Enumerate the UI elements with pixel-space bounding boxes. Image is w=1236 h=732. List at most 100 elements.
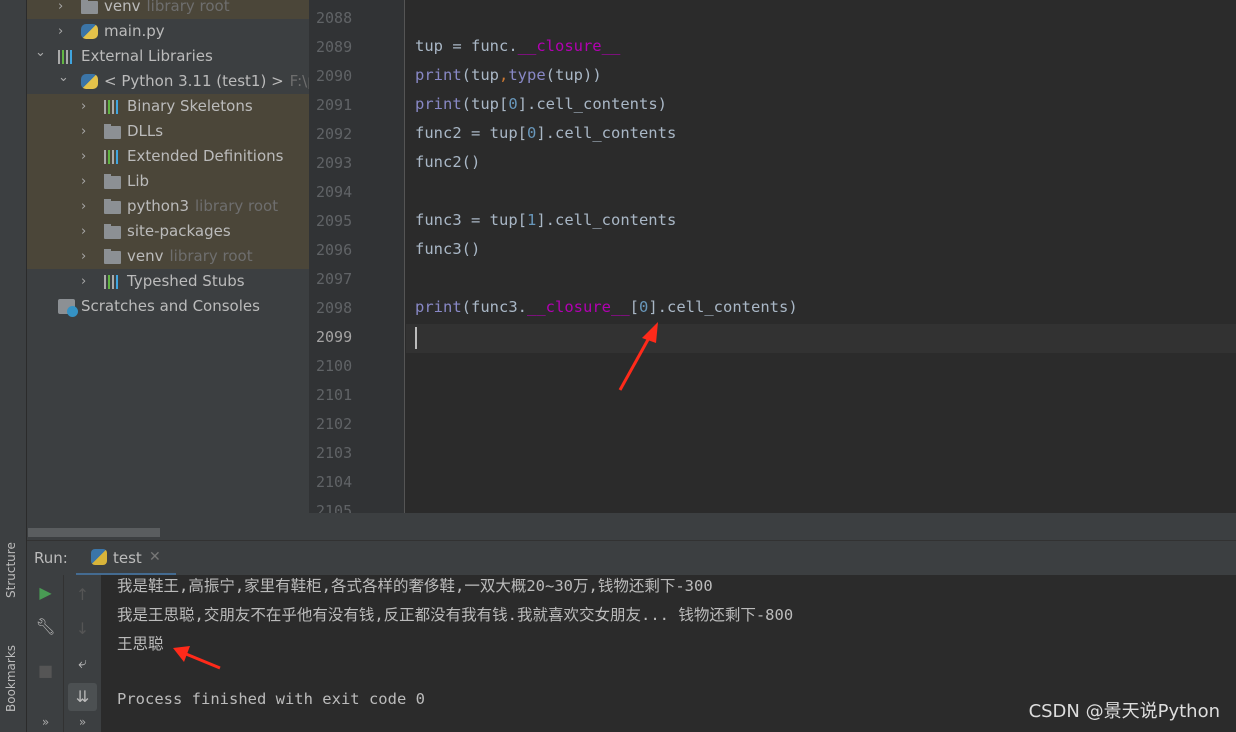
bookmarks-tab[interactable]: Bookmarks: [4, 645, 18, 712]
code-line: tup = func.__closure__: [415, 37, 620, 55]
left-tool-strip: Structure Bookmarks: [0, 0, 27, 732]
tree-item-text: Lib: [127, 169, 149, 194]
chevron-down-icon[interactable]: ⌄: [58, 65, 70, 90]
code-line: func3 = tup[1].cell_contents: [415, 211, 676, 229]
code-token: (func3.: [461, 298, 527, 316]
line-number: 2101: [316, 386, 353, 404]
line-number: 2097: [316, 270, 353, 288]
code-token: tup = func.: [415, 37, 518, 55]
tree-item[interactable]: › Extended Definitions: [27, 144, 309, 169]
code-token: ].cell_contents): [517, 95, 667, 113]
tree-item-label: External Libraries: [81, 47, 213, 65]
tree-item[interactable]: › Binary Skeletons: [27, 94, 309, 119]
chevron-right-icon[interactable]: ›: [81, 244, 93, 269]
line-number: 2104: [316, 473, 353, 491]
run-label: Run:: [34, 549, 68, 567]
code-token: print: [415, 66, 462, 84]
chevron-right-icon[interactable]: ›: [81, 269, 93, 294]
tree-item-text: < Python 3.11 (test1) > F:\py: [104, 69, 309, 94]
code-token: __closure__: [517, 37, 621, 55]
tree-item-text: venv library root: [104, 0, 230, 19]
chevron-right-icon[interactable]: ›: [81, 144, 93, 169]
project-tree: › venv library root › main.py ⌄ External Libra…: [27, 0, 309, 513]
tree-item-label: Scratches and Consoles: [81, 297, 260, 315]
chevron-right-icon[interactable]: ›: [81, 169, 93, 194]
folder-icon: [104, 224, 121, 239]
library-icon: [104, 99, 121, 114]
folder-icon: [104, 199, 121, 214]
horizontal-scrollbar[interactable]: [27, 513, 1236, 540]
line-number: 2098: [316, 299, 353, 317]
code-token: ].cell_contents): [648, 298, 798, 316]
tree-item[interactable]: Scratches and Consoles: [27, 294, 309, 319]
console-line: Process finished with exit code 0: [117, 690, 425, 708]
tree-item-text: External Libraries: [81, 44, 213, 69]
tree-item-text: Extended Definitions: [127, 144, 283, 169]
scroll-to-end-icon[interactable]: ⇊: [68, 683, 97, 711]
current-line-highlight: [406, 324, 1236, 353]
code-token: ].cell_contents: [536, 124, 677, 142]
code-token: (tup[: [461, 95, 509, 113]
chevron-right-icon[interactable]: ›: [58, 0, 70, 19]
tree-item-note: library root: [169, 247, 253, 265]
code-token: func3(): [415, 240, 481, 258]
library-icon: [58, 49, 75, 64]
code-token: (tup)): [545, 66, 602, 84]
tree-item[interactable]: › site-packages: [27, 219, 309, 244]
code-token: func2(): [415, 153, 481, 171]
line-number: 2094: [316, 183, 353, 201]
line-number: 2088: [316, 9, 353, 27]
code-line: print(tup,type(tup)): [415, 66, 602, 84]
soft-wrap-icon[interactable]: ⤶: [64, 653, 101, 673]
tree-item-label: site-packages: [127, 222, 231, 240]
tree-item-label: DLLs: [127, 122, 164, 140]
rerun-icon[interactable]: ▶: [27, 583, 64, 602]
tree-item[interactable]: › venv library root: [27, 244, 309, 269]
tree-item[interactable]: › venv library root: [27, 0, 309, 19]
scrollbar-thumb[interactable]: [28, 528, 160, 537]
console-line: 我是王思聪,交朋友不在乎他有没有钱,反正都没有我有钱.我就喜欢交女朋友... 钱…: [117, 606, 794, 624]
tree-item[interactable]: › python3 library root: [27, 194, 309, 219]
line-number: 2089: [316, 38, 353, 56]
line-number: 2102: [316, 415, 353, 433]
tree-item[interactable]: ⌄< Python 3.11 (test1) >F:\py: [27, 69, 309, 94]
tree-item[interactable]: › main.py: [27, 19, 309, 44]
tree-item[interactable]: › Typeshed Stubs: [27, 269, 309, 294]
library-icon: [104, 149, 121, 164]
more-icon[interactable]: »: [64, 715, 101, 729]
close-tab-icon[interactable]: ✕: [149, 549, 161, 565]
python-icon: [91, 549, 107, 565]
tree-item-label: Extended Definitions: [127, 147, 284, 165]
annotation-arrow-output: [173, 646, 221, 670]
line-number: 2090: [316, 67, 353, 85]
stop-icon[interactable]: ■: [27, 661, 64, 680]
line-number: 2095: [316, 212, 353, 230]
code-editor[interactable]: tup = func.__closure__ print(tup,type(tup…: [406, 0, 1236, 513]
python-file-icon: [81, 24, 98, 39]
code-token: print: [415, 298, 462, 316]
wrench-icon[interactable]: 🔧︎: [27, 617, 64, 636]
structure-tab[interactable]: Structure: [4, 542, 18, 598]
chevron-right-icon[interactable]: ›: [81, 119, 93, 144]
arrow-up-icon[interactable]: ↑: [64, 585, 101, 604]
code-token: (tup: [461, 66, 499, 84]
arrow-down-icon[interactable]: ↓: [64, 619, 101, 638]
code-line: print(tup[0].cell_contents): [415, 95, 667, 113]
console-line: 王思聪: [117, 635, 164, 653]
chevron-right-icon[interactable]: ›: [81, 194, 93, 219]
code-token: type: [508, 66, 546, 84]
chevron-right-icon[interactable]: ›: [58, 19, 70, 44]
tree-item-text: Binary Skeletons: [127, 94, 253, 119]
code-token: 0: [526, 124, 537, 142]
chevron-right-icon[interactable]: ›: [81, 94, 93, 119]
line-number-gutter: 2088 2089 2090 2091 2092 2093 2094 2095 2096 2097…: [309, 0, 405, 520]
tree-item-label: Typeshed Stubs: [127, 272, 245, 290]
run-tab-test[interactable]: test ✕: [76, 541, 189, 576]
tree-item[interactable]: › Lib: [27, 169, 309, 194]
watermark: CSDN @景天说Python: [1028, 701, 1220, 722]
chevron-right-icon[interactable]: ›: [81, 219, 93, 244]
more-icon[interactable]: »: [27, 715, 64, 729]
tree-item[interactable]: › DLLs: [27, 119, 309, 144]
chevron-down-icon[interactable]: ⌄: [35, 40, 47, 65]
code-line: func3(): [415, 240, 480, 258]
